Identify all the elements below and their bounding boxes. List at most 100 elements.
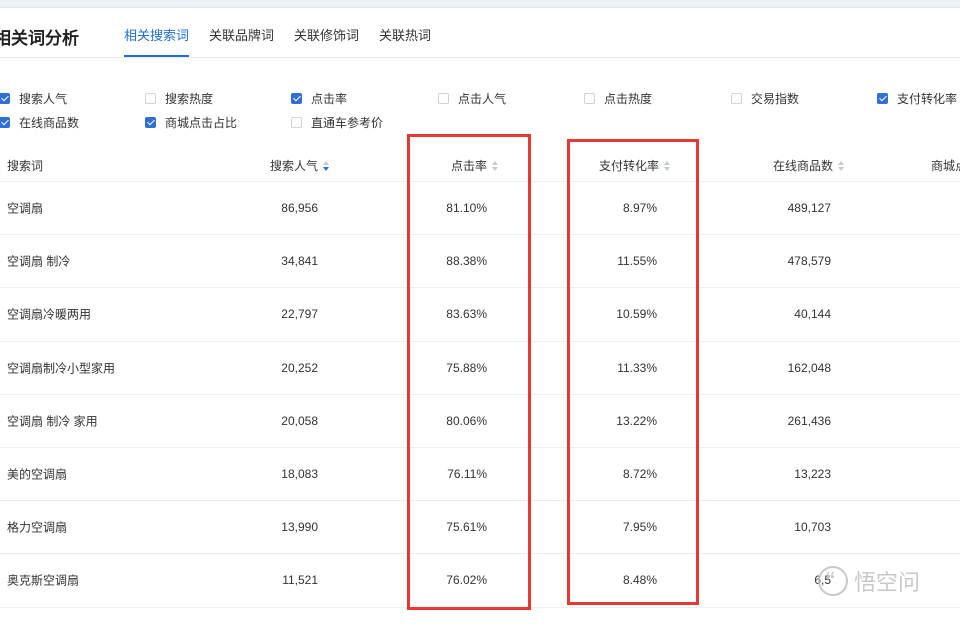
cell-search-popularity: 13,990 <box>281 520 318 535</box>
cell-online-products: 13,223 <box>794 467 831 482</box>
cell-click-rate: 75.61% <box>446 520 487 535</box>
checkbox-unchecked-icon[interactable] <box>438 93 449 104</box>
page-title: 相关词分析 <box>0 29 79 48</box>
checkbox-unchecked-icon[interactable] <box>584 93 595 104</box>
header-label: 在线商品数 <box>773 159 834 173</box>
cell-search-word[interactable]: 空调扇制冷小型家用 <box>7 359 115 376</box>
cell-payment-conversion: 13.22% <box>616 413 657 428</box>
cell-payment-conversion: 8.72% <box>622 467 657 482</box>
table-row[interactable]: 空调扇冷暖两用 22,797 83.63% 10.59% 40,144 <box>0 288 960 342</box>
filter-ztc-reference-price[interactable]: 直通车参考价 <box>291 114 383 131</box>
header-label: 支付转化率 <box>599 159 660 173</box>
checkbox-checked-icon[interactable] <box>877 93 888 104</box>
header-search-popularity[interactable]: 搜索人气 <box>270 157 330 174</box>
tab-bar: 相关搜索词 关联品牌词 关联修饰词 关联热词 <box>124 25 451 57</box>
cell-payment-conversion: 11.33% <box>617 360 657 375</box>
filter-label: 交易指数 <box>751 92 800 106</box>
header-search-word: 搜索词 <box>7 157 43 174</box>
filter-label: 在线商品数 <box>19 116 80 130</box>
cell-online-products: 478,579 <box>787 254 831 269</box>
checkbox-unchecked-icon[interactable] <box>291 117 302 128</box>
sort-icon[interactable] <box>837 160 845 172</box>
sort-icon[interactable] <box>663 160 671 172</box>
header-label: 搜索词 <box>7 159 44 173</box>
quote-logo-icon <box>818 566 848 597</box>
header-click-rate[interactable]: 点击率 <box>451 157 499 174</box>
filter-online-products[interactable]: 在线商品数 <box>0 114 79 131</box>
cell-search-word[interactable]: 空调扇 制冷 家用 <box>7 412 98 429</box>
filter-search-popularity[interactable]: 搜索人气 <box>0 90 67 107</box>
checkbox-unchecked-icon[interactable] <box>731 93 742 104</box>
filter-label: 点击率 <box>311 92 348 106</box>
table-header: 搜索词 搜索人气 点击率 支付转化率 在线商品数 商城点 <box>0 146 960 182</box>
cell-payment-conversion: 8.48% <box>622 573 657 588</box>
tabs-divider <box>0 57 960 58</box>
filter-mall-click-share[interactable]: 商城点击占比 <box>145 114 237 131</box>
cell-payment-conversion: 10.59% <box>616 307 657 322</box>
filter-search-heat[interactable]: 搜索热度 <box>145 90 213 107</box>
checkbox-unchecked-icon[interactable] <box>145 93 156 104</box>
cell-online-products: 162,048 <box>787 360 831 375</box>
checkbox-checked-icon[interactable] <box>0 117 10 128</box>
filter-label: 搜索热度 <box>165 92 214 106</box>
checkbox-checked-icon[interactable] <box>0 93 10 104</box>
cell-payment-conversion: 8.97% <box>622 201 657 216</box>
checkbox-checked-icon[interactable] <box>145 117 156 128</box>
cell-search-word[interactable]: 奥克斯空调扇 <box>7 572 79 589</box>
cell-online-products: 261,436 <box>787 413 831 428</box>
filter-click-rate[interactable]: 点击率 <box>291 90 347 107</box>
table-row[interactable]: 空调扇 制冷 34,841 88.38% 11.55% 478,579 <box>0 235 960 289</box>
top-strip <box>0 0 960 8</box>
cell-search-word[interactable]: 空调扇 制冷 <box>7 253 70 270</box>
tab-related-search-words[interactable]: 相关搜索词 <box>124 25 190 57</box>
filter-label: 直通车参考价 <box>311 116 384 130</box>
cell-search-word[interactable]: 空调扇冷暖两用 <box>7 306 91 323</box>
filter-trade-index[interactable]: 交易指数 <box>731 90 799 107</box>
table-row[interactable]: 空调扇 86,956 81.10% 8.97% 489,127 <box>0 182 960 236</box>
watermark-text: 悟空问 <box>854 570 921 595</box>
cell-click-rate: 81.10% <box>446 201 487 216</box>
cell-search-word[interactable]: 空调扇 <box>7 200 43 217</box>
cell-payment-conversion: 11.55% <box>617 254 657 269</box>
filter-payment-conversion[interactable]: 支付转化率 <box>877 90 957 107</box>
header-payment-conversion[interactable]: 支付转化率 <box>599 157 671 174</box>
header-label: 点击率 <box>451 159 488 173</box>
metric-filters: 搜索人气 搜索热度 点击率 点击人气 点击热度 交易指数 支付转化率 在线商品数… <box>0 90 960 134</box>
cell-click-rate: 76.02% <box>446 573 487 588</box>
filter-label: 搜索人气 <box>19 92 68 106</box>
table-row[interactable]: 美的空调扇 18,083 76.11% 8.72% 13,223 <box>0 448 960 502</box>
tab-related-hot-words[interactable]: 关联热词 <box>379 25 431 57</box>
table-row[interactable]: 空调扇制冷小型家用 20,252 75.88% 11.33% 162,048 <box>0 342 960 395</box>
tab-related-brand-words[interactable]: 关联品牌词 <box>209 25 274 57</box>
filter-click-heat[interactable]: 点击热度 <box>584 90 652 107</box>
sort-desc-icon[interactable] <box>322 160 330 172</box>
filter-label: 点击热度 <box>604 92 653 106</box>
filter-click-popularity[interactable]: 点击人气 <box>438 90 506 107</box>
tab-related-modifier-words[interactable]: 关联修饰词 <box>294 25 359 57</box>
table-row[interactable]: 空调扇 制冷 家用 20,058 80.06% 13.22% 261,436 <box>0 395 960 448</box>
filter-label: 商城点击占比 <box>165 116 238 130</box>
watermark: 悟空问 <box>818 566 960 597</box>
filter-label: 支付转化率 <box>897 92 958 106</box>
search-word-table: 搜索词 搜索人气 点击率 支付转化率 在线商品数 商城点 空调扇 86,956 … <box>0 146 960 608</box>
sort-icon[interactable] <box>491 160 499 172</box>
cell-click-rate: 80.06% <box>446 413 487 428</box>
filter-label: 点击人气 <box>458 92 507 106</box>
checkbox-checked-icon[interactable] <box>291 93 302 104</box>
cell-payment-conversion: 7.95% <box>622 520 657 535</box>
header-online-products[interactable]: 在线商品数 <box>773 157 845 174</box>
table-row[interactable]: 格力空调扇 13,990 75.61% 7.95% 10,703 <box>0 501 960 555</box>
cell-search-popularity: 20,252 <box>281 360 318 375</box>
cell-search-word[interactable]: 格力空调扇 <box>7 519 67 536</box>
cell-search-popularity: 34,841 <box>281 254 318 269</box>
cell-search-popularity: 20,058 <box>281 413 318 428</box>
cell-click-rate: 75.88% <box>446 360 487 375</box>
header-mall-click[interactable]: 商城点 <box>931 157 960 174</box>
table-row[interactable]: 奥克斯空调扇 11,521 76.02% 8.48% 6,5 <box>0 554 960 608</box>
cell-search-word[interactable]: 美的空调扇 <box>7 466 67 483</box>
cell-search-popularity: 86,956 <box>281 201 318 216</box>
cell-click-rate: 83.63% <box>446 307 487 322</box>
cell-click-rate: 76.11% <box>447 467 487 482</box>
cell-online-products: 40,144 <box>794 307 831 322</box>
cell-search-popularity: 22,797 <box>281 307 318 322</box>
